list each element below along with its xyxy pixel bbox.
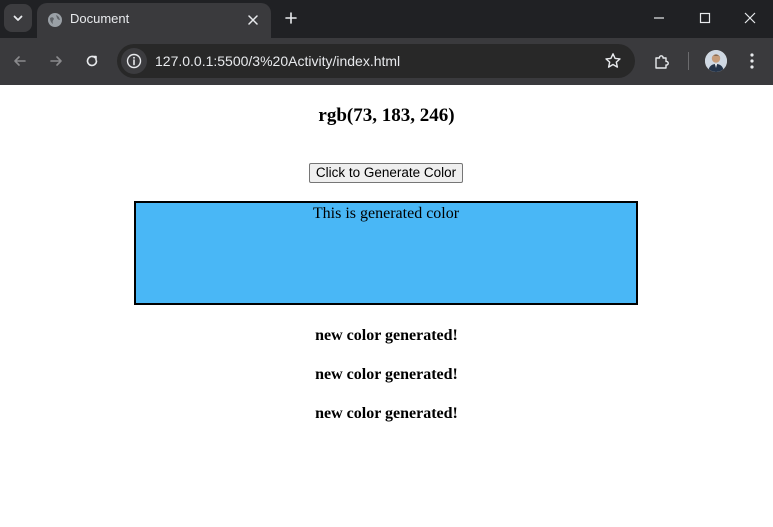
bookmark-button[interactable] — [604, 52, 622, 70]
extensions-button[interactable] — [651, 51, 673, 73]
window-close-button[interactable] — [727, 0, 773, 36]
reload-button[interactable] — [80, 49, 104, 73]
tab-title: Document — [70, 11, 130, 26]
info-icon — [126, 53, 142, 69]
generate-color-button[interactable]: Click to Generate Color — [309, 163, 463, 183]
url-text[interactable]: 127.0.0.1:5500/3%20Activity/index.html — [155, 53, 400, 69]
more-vertical-icon — [750, 53, 754, 69]
generated-color-box: This is generated color — [134, 201, 638, 305]
color-box-label: This is generated color — [312, 205, 460, 222]
person-icon — [705, 50, 727, 72]
chevron-down-icon — [13, 15, 23, 21]
status-message: new color generated! — [315, 366, 458, 383]
minimize-button[interactable] — [636, 0, 682, 36]
plus-icon — [285, 12, 297, 24]
close-icon — [248, 15, 258, 25]
maximize-icon — [699, 12, 711, 24]
rgb-value-heading: rgb(73, 183, 246) — [318, 105, 455, 126]
arrow-left-icon — [14, 56, 26, 66]
star-icon — [605, 53, 621, 68]
minimize-icon — [654, 17, 664, 19]
reload-icon — [86, 55, 98, 67]
address-bar[interactable]: 127.0.0.1:5500/3%20Activity/index.html — [117, 44, 635, 78]
forward-button[interactable] — [44, 49, 68, 73]
arrow-right-icon — [50, 56, 62, 66]
tab-search-button[interactable] — [4, 4, 32, 32]
browser-menu-button[interactable] — [741, 50, 763, 72]
back-button[interactable] — [8, 49, 32, 73]
close-icon — [744, 12, 756, 24]
toolbar-divider — [688, 52, 689, 70]
browser-tab-bar: Document — [0, 0, 773, 38]
page-content: rgb(73, 183, 246) Click to Generate Colo… — [0, 85, 773, 527]
puzzle-icon — [655, 55, 669, 69]
globe-icon — [48, 13, 62, 27]
profile-avatar[interactable] — [705, 50, 727, 72]
browser-toolbar: 127.0.0.1:5500/3%20Activity/index.html — [0, 38, 773, 85]
tab-close-button[interactable] — [244, 11, 262, 29]
status-message: new color generated! — [315, 405, 458, 422]
site-info-button[interactable] — [121, 48, 147, 74]
status-message: new color generated! — [315, 327, 458, 344]
new-tab-button[interactable] — [279, 6, 303, 30]
browser-tab[interactable]: Document — [37, 3, 271, 38]
maximize-button[interactable] — [682, 0, 728, 36]
